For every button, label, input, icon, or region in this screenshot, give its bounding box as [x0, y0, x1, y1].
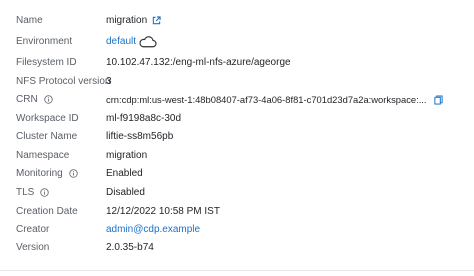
creation-date-label: Creation Date — [16, 206, 78, 217]
detail-row-name: Name migration — [0, 11, 474, 30]
detail-row-version: Version 2.0.35-b74 — [0, 238, 474, 257]
version-label: Version — [16, 242, 50, 253]
copy-icon[interactable] — [433, 94, 443, 105]
detail-row-namespace: Namespace migration — [0, 146, 474, 165]
namespace-value: migration — [106, 150, 148, 161]
environment-label: Environment — [16, 36, 73, 47]
detail-row-crn: CRN crn:cdp:ml:us-west-1:48b08407-af73-4… — [0, 90, 474, 109]
info-circle-icon[interactable] — [40, 188, 50, 197]
detail-row-creator: Creator admin@cdp.example — [0, 220, 474, 239]
environment-link[interactable]: default — [106, 36, 136, 47]
cluster-name-label: Cluster Name — [16, 131, 78, 142]
workspace-id-value: ml-f9198a8c-30d — [106, 113, 182, 124]
detail-row-tls: TLS Disabled — [0, 183, 474, 202]
nfs-protocol-version-label: NFS Protocol version — [16, 76, 111, 87]
crn-label-group: CRN — [16, 94, 53, 105]
detail-row-monitoring: Monitoring Enabled — [0, 164, 474, 183]
namespace-label: Namespace — [16, 150, 70, 161]
creation-date-value: 12/12/2022 10:58 PM IST — [106, 206, 220, 217]
filesystem-id-label: Filesystem ID — [16, 57, 77, 68]
crn-value: crn:cdp:ml:us-west-1:48b08407-af73-4a06-… — [106, 94, 443, 105]
tls-label: TLS — [16, 187, 35, 198]
detail-row-creation-date: Creation Date 12/12/2022 10:58 PM IST — [0, 202, 474, 221]
cluster-name-value: liftie-ss8m56pb — [106, 131, 174, 142]
detail-row-cluster-name: Cluster Name liftie-ss8m56pb — [0, 127, 474, 146]
monitoring-value: Enabled — [106, 168, 143, 179]
info-circle-icon[interactable] — [43, 95, 53, 104]
cloud-icon — [139, 35, 157, 47]
workspace-id-label: Workspace ID — [16, 113, 79, 124]
creator-label: Creator — [16, 224, 50, 235]
name-text: migration — [106, 15, 148, 26]
external-link-icon[interactable] — [152, 16, 161, 25]
name-value: migration — [106, 15, 161, 26]
crn-label: CRN — [16, 94, 38, 105]
detail-row-nfs-protocol-version: NFS Protocol version 3 — [0, 72, 474, 91]
nfs-protocol-version-value: 3 — [106, 76, 112, 87]
tls-label-group: TLS — [16, 187, 50, 198]
bottom-divider — [0, 270, 474, 271]
tls-value: Disabled — [106, 187, 145, 198]
version-value: 2.0.35-b74 — [106, 242, 154, 253]
detail-row-environment: Environment default — [0, 32, 474, 51]
creator-value: admin@cdp.example — [106, 224, 200, 235]
monitoring-label-group: Monitoring — [16, 168, 78, 179]
crn-text: crn:cdp:ml:us-west-1:48b08407-af73-4a06-… — [106, 94, 427, 105]
name-label: Name — [16, 15, 43, 26]
info-circle-icon[interactable] — [68, 169, 78, 178]
monitoring-label: Monitoring — [16, 168, 63, 179]
environment-value: default — [106, 35, 157, 48]
detail-row-filesystem-id: Filesystem ID 10.102.47.132:/eng-ml-nfs-… — [0, 53, 474, 72]
detail-row-workspace-id: Workspace ID ml-f9198a8c-30d — [0, 109, 474, 128]
filesystem-id-value: 10.102.47.132:/eng-ml-nfs-azure/ageorge — [106, 57, 291, 68]
creator-email-link[interactable]: admin@cdp.example — [106, 224, 200, 235]
